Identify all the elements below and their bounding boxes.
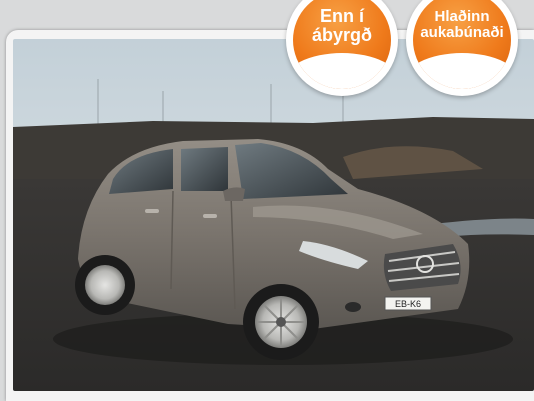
listing-card[interactable]: EB-K6 Enn í ábyrgð Hlaðinn aukabúnaði	[0, 0, 534, 401]
warranty-badge-line2: ábyrgð	[311, 25, 372, 46]
accessories-badge-line1: Hlaðinn	[434, 8, 490, 25]
accessories-badge-text: Hlaðinn aukabúnaði	[413, 8, 511, 42]
warranty-badge: Enn í ábyrgð	[286, 0, 398, 96]
accessories-badge-circle: Hlaðinn aukabúnaði	[413, 0, 511, 89]
warranty-badge-circle: Enn í ábyrgð	[293, 0, 391, 89]
accessories-badge-line2: aukabúnaði	[420, 24, 504, 42]
warranty-badge-line1: Enn í	[320, 6, 364, 26]
accessories-badge: Hlaðinn aukabúnaði	[406, 0, 518, 96]
license-plate: EB-K6	[395, 299, 421, 309]
warranty-badge-text: Enn í ábyrgð	[293, 6, 391, 46]
